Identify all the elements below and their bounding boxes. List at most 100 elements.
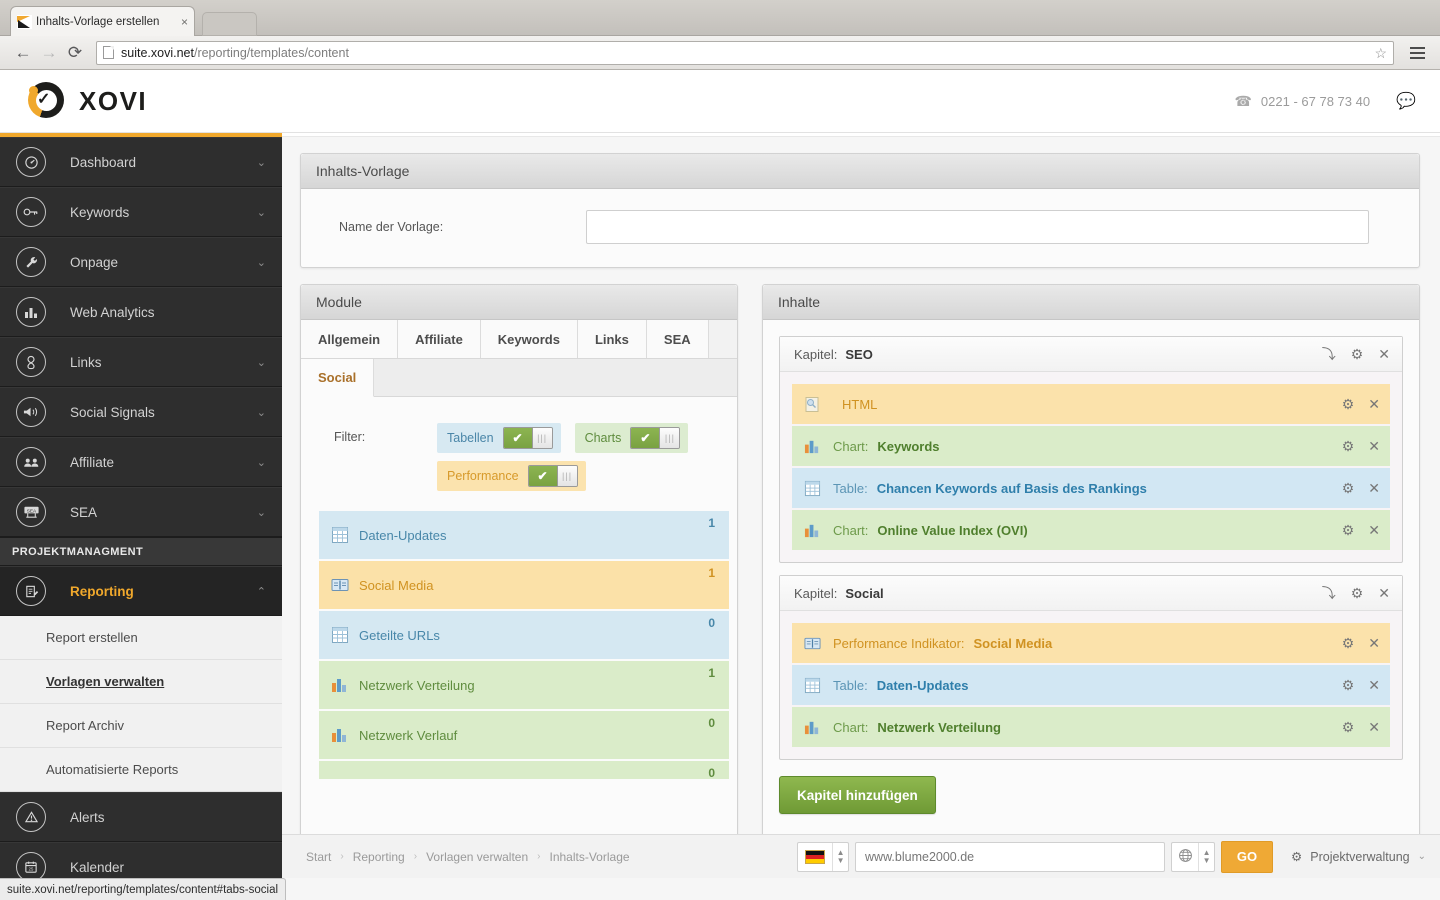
move-down-icon[interactable]: ⤵ [1322, 586, 1336, 600]
sidebar-item-web-analytics[interactable]: Web Analytics [0, 287, 282, 337]
new-tab-button[interactable] [202, 12, 257, 36]
close-icon[interactable]: ✕ [1368, 523, 1380, 537]
chapter-item[interactable]: Chart: Netzwerk Verteilung ⚙ ✕ [792, 707, 1390, 747]
list-item[interactable]: Verlauf geteilter URLs 0 [319, 761, 729, 779]
gear-icon[interactable]: ⚙ [1342, 397, 1355, 411]
list-item[interactable]: Netzwerk Verteilung 1 [319, 661, 729, 709]
list-item-label: Netzwerk Verlauf [359, 727, 458, 743]
sidebar-item-alerts[interactable]: Alerts [0, 792, 282, 842]
project-management-menu[interactable]: ⚙ Projektverwaltung ⌄ [1291, 849, 1426, 865]
gear-icon[interactable]: ⚙ [1342, 720, 1355, 734]
gear-icon[interactable]: ⚙ [1351, 347, 1364, 361]
sidebar-item-report-archiv[interactable]: Report Archiv [0, 704, 282, 748]
tab-allgemein[interactable]: Allgemein [301, 320, 399, 358]
tab-social[interactable]: Social [301, 359, 375, 397]
chevron-down-icon: ⌄ [256, 206, 266, 219]
stepper-icon[interactable]: ▲ ▼ [832, 842, 848, 871]
toggle-switch[interactable]: ✔ ||| [630, 427, 681, 449]
tab-links[interactable]: Links [577, 320, 647, 358]
list-item[interactable]: Netzwerk Verlauf 0 [319, 711, 729, 759]
close-icon[interactable]: ✕ [1368, 636, 1380, 650]
sidebar-item-affiliate[interactable]: Affiliate ⌄ [0, 437, 282, 487]
close-icon[interactable]: ✕ [1368, 678, 1380, 692]
template-name-input[interactable] [586, 210, 1369, 244]
sidebar-section-header: PROJEKTMANAGMENT [0, 537, 282, 566]
region-select[interactable]: ▲ ▼ [1171, 841, 1216, 872]
reload-button[interactable]: ⟳ [62, 41, 88, 65]
chat-icon[interactable]: 💬 [1396, 91, 1416, 111]
close-icon[interactable]: ✕ [1378, 347, 1390, 361]
gear-icon[interactable]: ⚙ [1342, 439, 1355, 453]
chapter-item-name: HTML [842, 396, 878, 412]
language-select[interactable]: ▲ ▼ [797, 841, 850, 872]
sidebar-item-onpage[interactable]: Onpage ⌄ [0, 237, 282, 287]
forward-button[interactable]: → [36, 41, 62, 65]
close-icon[interactable]: ✕ [1368, 481, 1380, 495]
move-down-icon[interactable]: ⤵ [1322, 347, 1336, 361]
breadcrumb-item[interactable]: Start [306, 850, 331, 864]
page-info-icon [103, 46, 114, 59]
sidebar-item-keywords[interactable]: Keywords ⌄ [0, 187, 282, 237]
gauge-icon [16, 147, 46, 177]
chapter-item[interactable]: Table: Chancen Keywords auf Basis des Ra… [792, 468, 1390, 508]
filter-toggle-tabellen[interactable]: Tabellen ✔ ||| [437, 423, 561, 453]
chapter-item[interactable]: Performance Indikator: Social Media ⚙ ✕ [792, 623, 1390, 663]
sidebar-item-reporting[interactable]: Reporting ⌃ [0, 566, 282, 616]
stepper-icon[interactable]: ▲ ▼ [1198, 842, 1214, 871]
tab-affiliate[interactable]: Affiliate [398, 320, 481, 358]
chapter-item-name: Netzwerk Verteilung [877, 719, 1001, 735]
bookmark-star-icon[interactable]: ☆ [1374, 45, 1387, 62]
template-name-card: Inhalts-Vorlage Name der Vorlage: [300, 153, 1420, 268]
chapter-item[interactable]: Chart: Keywords ⚙ ✕ [792, 426, 1390, 466]
breadcrumb: Start › Reporting › Vorlagen verwalten ›… [306, 850, 630, 864]
list-item[interactable]: Geteilte URLs 0 [319, 611, 729, 659]
sidebar-item-social-signals[interactable]: Social Signals ⌄ [0, 387, 282, 437]
address-bar[interactable]: suite.xovi.net /reporting/templates/cont… [96, 40, 1394, 65]
sidebar-item-links[interactable]: Links ⌄ [0, 337, 282, 387]
sidebar-item-dashboard[interactable]: Dashboard ⌄ [0, 137, 282, 187]
breadcrumb-item[interactable]: Inhalts-Vorlage [549, 850, 629, 864]
brand-logo[interactable]: ✓ XOVI [24, 79, 147, 123]
toggle-switch[interactable]: ✔ ||| [527, 465, 578, 487]
close-icon[interactable]: ✕ [1368, 720, 1380, 734]
browser-menu-icon[interactable] [1404, 46, 1430, 59]
phone-row: ☎ 0221 - 67 78 73 40 [1234, 93, 1370, 110]
filter-toggle-performance[interactable]: Performance ✔ ||| [437, 461, 586, 491]
close-icon[interactable]: ✕ [1368, 397, 1380, 411]
module-list[interactable]: Daten-Updates 1 Social Media 1 Geteilte … [301, 511, 737, 779]
list-item[interactable]: Daten-Updates 1 [319, 511, 729, 559]
list-item[interactable]: Social Media 1 [319, 561, 729, 609]
alert-icon [16, 802, 46, 832]
sidebar-item-label: Web Analytics [70, 304, 155, 320]
sidebar-item-automatisierte-reports[interactable]: Automatisierte Reports [0, 748, 282, 792]
sidebar-item-vorlagen-verwalten[interactable]: Vorlagen verwalten [0, 660, 282, 704]
sidebar-item-label: Keywords [70, 204, 130, 220]
chapter-item[interactable]: HTML ⚙ ✕ [792, 384, 1390, 424]
sidebar-item-sea[interactable]: SEA SEA ⌄ [0, 487, 282, 537]
go-button[interactable]: GO [1221, 840, 1274, 873]
chapter-item[interactable]: Table: Daten-Updates ⚙ ✕ [792, 665, 1390, 705]
chapter-item[interactable]: Chart: Online Value Index (OVI) ⚙ ✕ [792, 510, 1390, 550]
project-domain-input[interactable]: www.blume2000.de [855, 841, 1166, 872]
breadcrumb-item[interactable]: Reporting [353, 850, 405, 864]
close-icon[interactable]: ✕ [1378, 586, 1390, 600]
gear-icon[interactable]: ⚙ [1342, 523, 1355, 537]
table-icon [804, 677, 821, 694]
gear-icon[interactable]: ⚙ [1342, 481, 1355, 495]
sidebar-item-report-erstellen[interactable]: Report erstellen [0, 616, 282, 660]
gear-icon[interactable]: ⚙ [1342, 636, 1355, 650]
tab-sea[interactable]: SEA [646, 320, 709, 358]
breadcrumb-item[interactable]: Vorlagen verwalten [426, 850, 528, 864]
chart-icon [331, 676, 349, 694]
close-icon[interactable]: ✕ [1368, 439, 1380, 453]
add-chapter-button[interactable]: Kapitel hinzufügen [779, 776, 936, 814]
gear-icon[interactable]: ⚙ [1351, 586, 1364, 600]
toggle-switch[interactable]: ✔ ||| [502, 427, 553, 449]
list-item-label: Geteilte URLs [359, 627, 440, 643]
tab-keywords[interactable]: Keywords [480, 320, 578, 358]
back-button[interactable]: ← [10, 41, 36, 65]
gear-icon[interactable]: ⚙ [1342, 678, 1355, 692]
close-icon[interactable]: × [175, 15, 188, 29]
browser-tab[interactable]: Inhalts-Vorlage erstellen × [10, 6, 195, 36]
filter-toggle-charts[interactable]: Charts ✔ ||| [574, 423, 689, 453]
